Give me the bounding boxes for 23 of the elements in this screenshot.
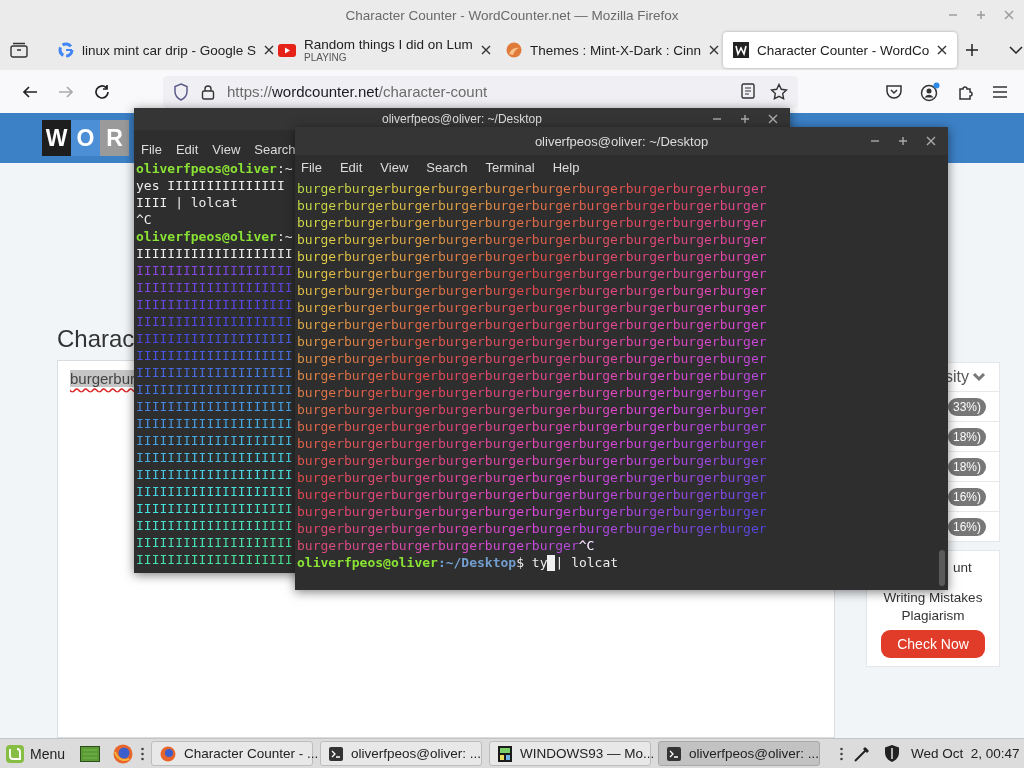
prompt-text: oliverfpeos@oliver:~/Desktop <box>297 554 517 571</box>
percentage-badge: 18%) <box>948 427 986 446</box>
terminal-line: IIIIIIIIIIIIIIIIIIII <box>136 245 293 262</box>
prompt-text: oliverfpeos@oliver:~ <box>136 228 293 245</box>
url-text: https://wordcounter.net/character-count <box>227 83 488 100</box>
promo-text: Plagiarism <box>901 607 965 625</box>
percentage-badge: 33%) <box>948 397 986 416</box>
terminal-line: IIII | lolcat <box>136 194 238 211</box>
terminal-line: ^C <box>136 211 152 228</box>
window-title: oliverfpeos@oliver: ~/Desktop <box>382 112 542 126</box>
window-title: Character Counter - WordCounter.net — Mozilla Firefox <box>345 7 679 23</box>
percentage-badge: 16%) <box>948 517 986 536</box>
command-text: | lolcat <box>555 554 619 571</box>
percentage-badge: 18%) <box>948 457 986 476</box>
page-heading: Charac <box>57 324 135 354</box>
promo-text: Writing Mistakes <box>883 589 983 607</box>
selected-text: burgerbur <box>70 370 136 387</box>
percentage-badge: 16%) <box>948 487 986 506</box>
window-title: oliverfpeos@oliver: ~/Desktop <box>534 133 709 149</box>
command-text: $ ty <box>516 554 548 571</box>
terminal-line: yes IIIIIIIIIIIIIII <box>136 177 285 194</box>
promo-text: unt <box>953 559 972 577</box>
prompt-text: oliverfpeos@oliver:~ <box>136 160 293 177</box>
